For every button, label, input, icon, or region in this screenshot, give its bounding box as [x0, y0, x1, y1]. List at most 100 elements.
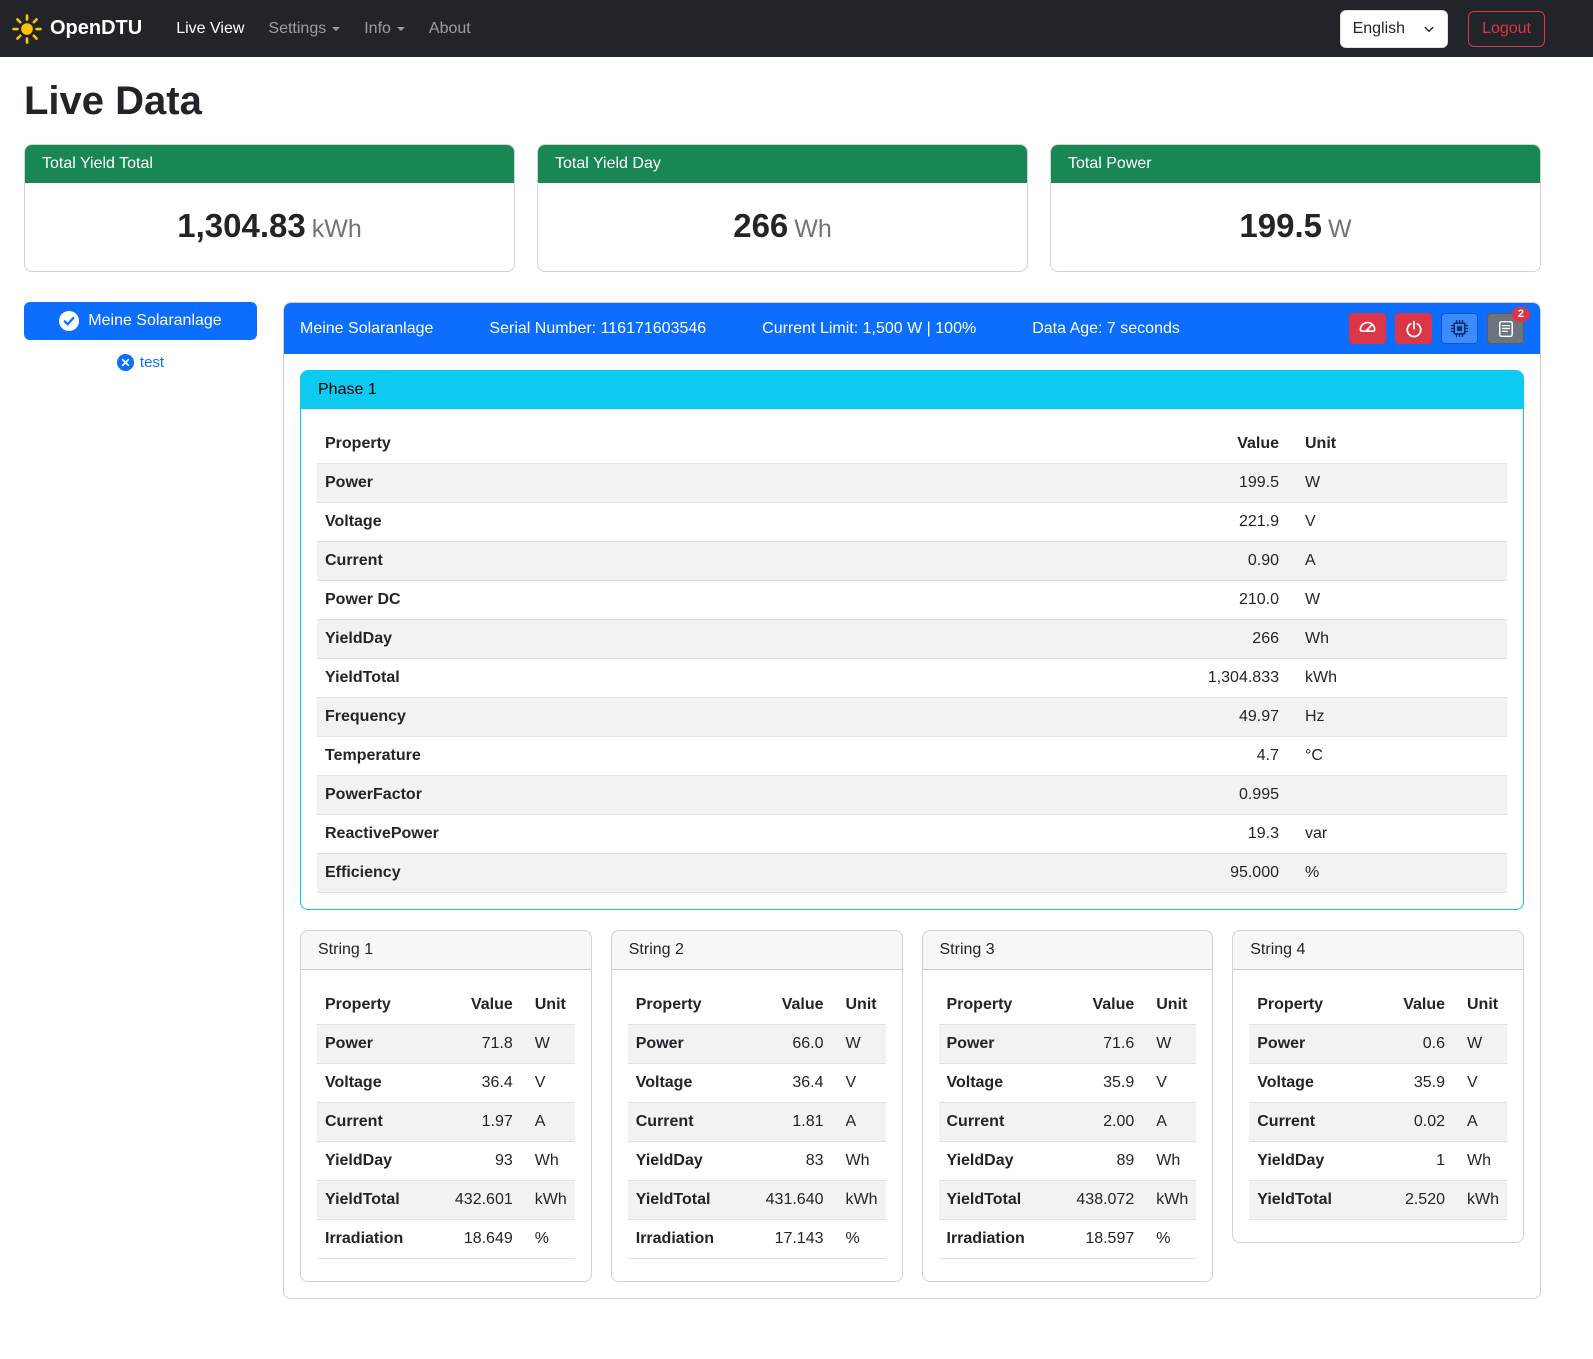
- unit-cell: W: [521, 1025, 575, 1064]
- column-header-property: Property: [628, 986, 742, 1025]
- value-cell: 95.000: [897, 854, 1287, 893]
- event-log-button[interactable]: 2: [1487, 313, 1524, 344]
- inverter-card: Meine Solaranlage Serial Number: 1161716…: [283, 302, 1541, 1299]
- page-title: Live Data: [24, 79, 1541, 124]
- nav-right: English Logout: [1340, 10, 1545, 48]
- nav-settings[interactable]: Settings: [258, 12, 350, 46]
- limit-settings-button[interactable]: [1349, 313, 1386, 344]
- unit-cell: W: [1287, 464, 1507, 503]
- string-card-1: String 1 Property Value Unit: [300, 930, 592, 1282]
- column-header-property: Property: [317, 986, 431, 1025]
- string-card-header: String 3: [923, 931, 1213, 970]
- table-row: Voltage221.9V: [317, 503, 1507, 542]
- table-row: Current0.90A: [317, 542, 1507, 581]
- table-row: YieldTotal1,304.833kWh: [317, 659, 1507, 698]
- property-cell: Power DC: [317, 581, 897, 620]
- unit-cell: A: [1453, 1103, 1507, 1142]
- power-icon: [1405, 320, 1423, 338]
- inverter-select-label: Meine Solaranlage: [88, 312, 221, 330]
- table-row: Temperature4.7°C: [317, 737, 1507, 776]
- unit-cell: V: [1453, 1064, 1507, 1103]
- unit-cell: A: [521, 1103, 575, 1142]
- strings-row: String 1 Property Value Unit: [300, 930, 1524, 1282]
- column-header-unit: Unit: [521, 986, 575, 1025]
- x-circle-icon: [117, 354, 134, 371]
- property-cell: Voltage: [317, 1064, 431, 1103]
- brand[interactable]: OpenDTU: [12, 14, 142, 44]
- nav-info-label: Info: [364, 20, 391, 38]
- string-table: Property Value Unit Power0.6WVoltage35.9…: [1249, 986, 1507, 1220]
- unit-cell: W: [832, 1025, 886, 1064]
- unit-cell: [1287, 776, 1507, 815]
- nav-info[interactable]: Info: [354, 12, 415, 46]
- value-cell: 18.649: [431, 1220, 521, 1259]
- nav-about[interactable]: About: [419, 12, 481, 46]
- value-cell: 66.0: [742, 1025, 832, 1064]
- column-header-property: Property: [317, 425, 897, 464]
- inverter-select-button[interactable]: Meine Solaranlage: [24, 302, 257, 340]
- table-row: Voltage36.4V: [628, 1064, 886, 1103]
- device-info-button[interactable]: [1441, 313, 1478, 344]
- property-cell: Voltage: [317, 503, 897, 542]
- table-row: Voltage36.4V: [317, 1064, 575, 1103]
- table-row: Irradiation18.597%: [939, 1220, 1197, 1259]
- property-cell: Power: [1249, 1025, 1373, 1064]
- value-cell: 221.9: [897, 503, 1287, 542]
- phase-panel-body: Property Value Unit Power199.5WVoltage22…: [301, 409, 1523, 909]
- inverter-card-body: Phase 1 Property Value Unit Power199.5WV…: [284, 354, 1540, 1298]
- logout-button[interactable]: Logout: [1468, 11, 1545, 47]
- summary-card-body: 1,304.83kWh: [25, 183, 514, 271]
- table-header-row: Property Value Unit: [317, 986, 575, 1025]
- gauge-icon: [1358, 319, 1377, 338]
- value-cell: 89: [1053, 1142, 1143, 1181]
- unit-cell: V: [521, 1064, 575, 1103]
- unit-cell: A: [832, 1103, 886, 1142]
- inverter-serial: Serial Number: 116171603546: [489, 320, 706, 338]
- table-row: Current0.02A: [1249, 1103, 1507, 1142]
- string-card-header: String 1: [301, 931, 591, 970]
- table-row: Power199.5W: [317, 464, 1507, 503]
- value-cell: 19.3: [897, 815, 1287, 854]
- property-cell: YieldTotal: [628, 1181, 742, 1220]
- column-header-value: Value: [1053, 986, 1143, 1025]
- nav-live-view[interactable]: Live View: [166, 12, 254, 46]
- property-cell: YieldDay: [317, 620, 897, 659]
- property-cell: Irradiation: [317, 1220, 431, 1259]
- unit-cell: V: [1287, 503, 1507, 542]
- property-cell: Voltage: [628, 1064, 742, 1103]
- inverter-limit: Current Limit: 1,500 W | 100%: [762, 320, 976, 338]
- phase-panel: Phase 1 Property Value Unit Power199.5WV…: [300, 370, 1524, 910]
- string-card-2: String 2 Property Value Unit: [611, 930, 903, 1282]
- table-header-row: Property Value Unit: [1249, 986, 1507, 1025]
- inverter-actions: 2: [1349, 313, 1524, 344]
- unit-cell: Wh: [832, 1142, 886, 1181]
- summary-unit: Wh: [794, 215, 832, 243]
- column-header-unit: Unit: [1287, 425, 1507, 464]
- property-cell: Irradiation: [939, 1220, 1053, 1259]
- column-header-value: Value: [431, 986, 521, 1025]
- sidebar-item-test[interactable]: test: [24, 354, 257, 371]
- language-select[interactable]: English: [1340, 10, 1448, 48]
- table-row: Power66.0W: [628, 1025, 886, 1064]
- unit-cell: W: [1142, 1025, 1196, 1064]
- string-table: Property Value Unit Power66.0WVoltage36.…: [628, 986, 886, 1259]
- table-row: YieldDay89Wh: [939, 1142, 1197, 1181]
- power-button[interactable]: [1395, 313, 1432, 344]
- value-cell: 36.4: [742, 1064, 832, 1103]
- table-row: Irradiation17.143%: [628, 1220, 886, 1259]
- inverter-card-header: Meine Solaranlage Serial Number: 1161716…: [284, 303, 1540, 354]
- value-cell: 0.02: [1374, 1103, 1453, 1142]
- table-header-row: Property Value Unit: [939, 986, 1197, 1025]
- property-cell: Power: [317, 464, 897, 503]
- table-row: Current1.97A: [317, 1103, 575, 1142]
- value-cell: 93: [431, 1142, 521, 1181]
- property-cell: YieldDay: [1249, 1142, 1373, 1181]
- unit-cell: %: [1287, 854, 1507, 893]
- table-row: Power0.6W: [1249, 1025, 1507, 1064]
- property-cell: Current: [317, 1103, 431, 1142]
- value-cell: 71.8: [431, 1025, 521, 1064]
- table-row: Voltage35.9V: [1249, 1064, 1507, 1103]
- value-cell: 18.597: [1053, 1220, 1143, 1259]
- check-circle-icon: [59, 311, 79, 331]
- table-row: YieldDay1Wh: [1249, 1142, 1507, 1181]
